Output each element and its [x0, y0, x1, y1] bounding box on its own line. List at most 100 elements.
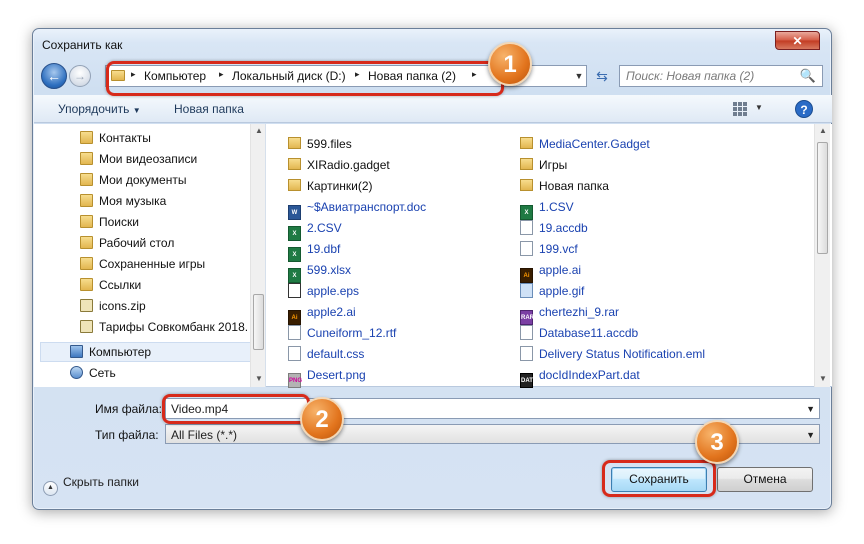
- file-item[interactable]: Ai apple2.ai: [288, 302, 518, 325]
- back-button[interactable]: ←: [41, 63, 67, 89]
- hide-folders-button[interactable]: ▲ Скрыть папки: [43, 475, 139, 496]
- search-icon: 🔍: [799, 68, 816, 83]
- zip-icon: [80, 320, 93, 333]
- save-highlight-frame: [602, 460, 716, 497]
- document-icon: [288, 325, 301, 340]
- file-item[interactable]: 599.files: [288, 134, 518, 155]
- file-name: Игры: [539, 158, 568, 172]
- file-item[interactable]: PNG Desert.png: [288, 365, 518, 388]
- file-item[interactable]: X 1.CSV: [520, 197, 810, 220]
- file-item[interactable]: Картинки(2): [288, 176, 518, 197]
- refresh-icon[interactable]: ⇆: [591, 65, 613, 87]
- navigation-pane: Контакты Мои видеозаписи Мои документы М…: [34, 124, 266, 387]
- folder-icon: [520, 158, 533, 170]
- file-item[interactable]: MediaCenter.Gadget: [520, 134, 810, 155]
- help-button[interactable]: ?: [795, 100, 813, 118]
- close-button[interactable]: ✕: [775, 31, 820, 50]
- file-name: Delivery Status Notification.eml: [539, 347, 706, 361]
- filetype-value: All Files (*.*): [171, 428, 238, 442]
- view-dropdown-icon[interactable]: ▼: [755, 103, 763, 112]
- nav-item-computer[interactable]: Компьютер: [70, 342, 250, 362]
- file-item[interactable]: DAT docIdIndexPart.dat: [520, 365, 810, 388]
- file-name: 199.vcf: [539, 242, 578, 256]
- scroll-down-icon[interactable]: ▼: [815, 374, 831, 383]
- address-highlight-frame: [106, 61, 504, 96]
- file-name: ~$Авиатранспорт.doc: [307, 200, 427, 214]
- nav-item-desktop[interactable]: Рабочий стол: [80, 233, 260, 253]
- nav-scrollbar[interactable]: ▲ ▼: [250, 124, 265, 387]
- forward-button[interactable]: →: [69, 65, 91, 87]
- nav-item-label: Тарифы Совкомбанк 2018.: [99, 320, 249, 334]
- file-item[interactable]: Игры: [520, 155, 810, 176]
- chevron-down-icon[interactable]: ▼: [806, 430, 815, 440]
- file-name: Desert.png: [307, 368, 366, 382]
- view-options-icon[interactable]: [733, 102, 747, 116]
- document-icon: [520, 241, 533, 256]
- search-input[interactable]: Поиск: Новая папка (2) 🔍: [619, 65, 823, 87]
- nav-item-label: Моя музыка: [99, 194, 167, 208]
- file-item[interactable]: X 2.CSV: [288, 218, 518, 241]
- nav-scroll-thumb[interactable]: [253, 294, 264, 350]
- file-item[interactable]: apple.gif: [520, 281, 810, 302]
- nav-item-links[interactable]: Ссылки: [80, 275, 260, 295]
- folder-icon: [80, 152, 93, 165]
- folder-icon: [288, 179, 301, 191]
- chevron-down-icon: ▼: [132, 106, 141, 115]
- dialog-title: Сохранить как: [42, 38, 123, 52]
- nav-item-contacts[interactable]: Контакты: [80, 128, 260, 148]
- nav-item-tariffs-zip[interactable]: Тарифы Совкомбанк 2018.: [80, 317, 260, 337]
- file-item[interactable]: 199.vcf: [520, 239, 810, 260]
- file-list-scrollbar[interactable]: ▲ ▼: [814, 124, 830, 387]
- folder-icon: [520, 179, 533, 191]
- scroll-down-icon[interactable]: ▼: [251, 374, 265, 383]
- cancel-button[interactable]: Отмена: [717, 467, 813, 492]
- file-name: default.css: [307, 347, 365, 361]
- network-icon: [70, 366, 83, 379]
- nav-item-label: Контакты: [99, 131, 151, 145]
- nav-item-music[interactable]: Моя музыка: [80, 191, 260, 211]
- organize-button[interactable]: Упорядочить ▼: [58, 102, 141, 116]
- file-name: 1.CSV: [539, 200, 574, 214]
- folder-icon: [80, 194, 93, 207]
- file-item[interactable]: default.css: [288, 344, 518, 365]
- file-item[interactable]: W ~$Авиатранспорт.doc: [288, 197, 518, 220]
- nav-item-searches[interactable]: Поиски: [80, 212, 260, 232]
- file-scroll-thumb[interactable]: [817, 142, 828, 254]
- search-placeholder: Поиск: Новая папка (2): [626, 69, 755, 83]
- folder-icon: [288, 137, 301, 149]
- nav-item-network[interactable]: Сеть: [70, 363, 250, 383]
- file-name: chertezhi_9.rar: [539, 305, 620, 319]
- nav-item-documents[interactable]: Мои документы: [80, 170, 260, 190]
- file-name: 19.accdb: [539, 221, 588, 235]
- folder-icon: [80, 278, 93, 291]
- computer-icon: [70, 345, 83, 358]
- file-item[interactable]: Ai apple.ai: [520, 260, 810, 283]
- new-folder-button[interactable]: Новая папка: [174, 102, 244, 116]
- nav-item-videos[interactable]: Мои видеозаписи: [80, 149, 260, 169]
- scroll-up-icon[interactable]: ▲: [251, 126, 265, 135]
- file-item[interactable]: Cuneiform_12.rtf: [288, 323, 518, 344]
- file-item[interactable]: XIRadio.gadget: [288, 155, 518, 176]
- address-dropdown-icon[interactable]: ▼: [571, 65, 587, 87]
- folder-icon: [80, 236, 93, 249]
- file-column-1: 599.files XIRadio.gadget Картинки(2) W ~$…: [288, 134, 518, 388]
- file-item[interactable]: Database11.accdb: [520, 323, 810, 344]
- file-item[interactable]: X 599.xlsx: [288, 260, 518, 283]
- nav-item-icons-zip[interactable]: icons.zip: [80, 296, 260, 316]
- file-item[interactable]: Новая папка: [520, 176, 810, 197]
- file-name: apple.eps: [307, 284, 360, 298]
- chevron-down-icon[interactable]: ▼: [806, 404, 815, 414]
- file-item[interactable]: apple.eps: [288, 281, 518, 302]
- file-name: apple2.ai: [307, 305, 356, 319]
- nav-item-saved-games[interactable]: Сохраненные игры: [80, 254, 260, 274]
- file-name: 599.xlsx: [307, 263, 352, 277]
- file-item[interactable]: Delivery Status Notification.eml: [520, 344, 810, 365]
- nav-item-label: Ссылки: [99, 278, 142, 292]
- folder-icon: [80, 131, 93, 144]
- scroll-up-icon[interactable]: ▲: [815, 126, 831, 135]
- file-item[interactable]: X 19.dbf: [288, 239, 518, 262]
- file-item[interactable]: 19.accdb: [520, 218, 810, 239]
- nav-item-label: Сохраненные игры: [99, 257, 206, 271]
- file-item[interactable]: RAR chertezhi_9.rar: [520, 302, 810, 325]
- nav-item-label: Поиски: [99, 215, 139, 229]
